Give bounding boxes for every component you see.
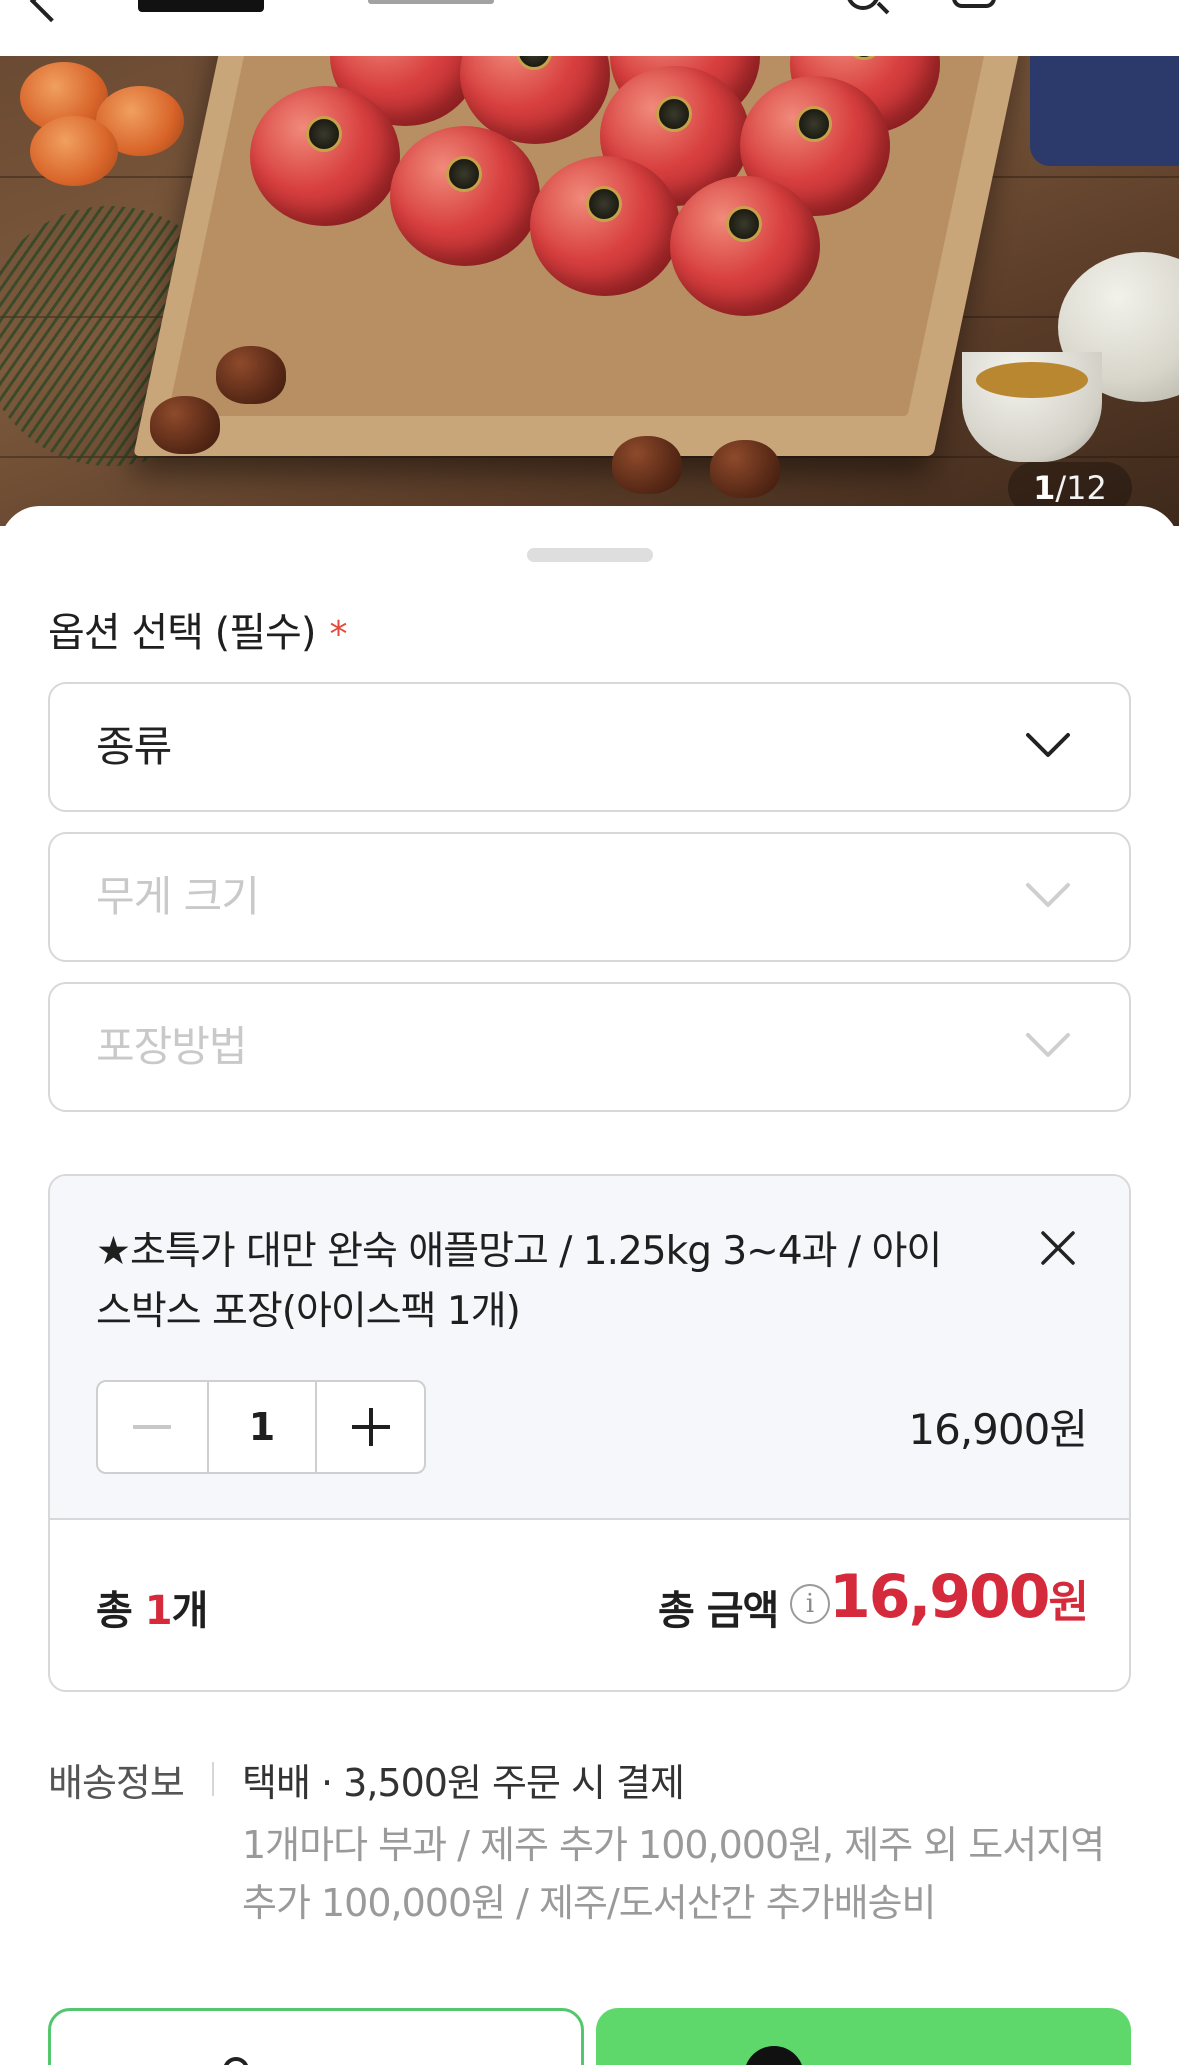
chestnut-image	[216, 346, 286, 404]
pay-icon	[744, 2046, 804, 2065]
shipping-label: 배송정보	[48, 1761, 185, 1805]
product-detail-page: 1/12 옵션 선택 (필수) * 종류 무게 크기 포장방법 ★초특가 대만 완…	[0, 0, 1179, 2065]
decrease-button[interactable]	[98, 1382, 207, 1472]
total-amount-currency: 원	[1048, 1577, 1090, 1628]
mango-image	[250, 86, 400, 226]
total-count-prefix: 총	[96, 1588, 145, 1634]
bojagi-cloth-image	[1030, 56, 1179, 166]
minus-icon	[133, 1425, 172, 1429]
selected-option-card: ★초특가 대만 완숙 애플망고 / 1.25kg 3~4과 / 아이스박스 포장…	[48, 1174, 1131, 1692]
total-amount: 16,900원	[828, 1562, 1090, 1632]
option-bottom-sheet: 옵션 선택 (필수) * 종류 무게 크기 포장방법 ★초특가 대만 완숙 애플망…	[0, 506, 1179, 2065]
cart-icon[interactable]	[952, 0, 996, 8]
chestnut-image	[612, 436, 682, 494]
chestnut-image	[150, 396, 220, 454]
option-title-text: 옵션 선택 (필수)	[48, 610, 316, 656]
close-icon[interactable]	[1038, 1228, 1078, 1268]
search-icon[interactable]	[846, 0, 880, 10]
total-count-value: 1	[144, 1588, 173, 1634]
option-select-packaging[interactable]: 포장방법	[48, 982, 1131, 1112]
image-counter-current: 1	[1033, 469, 1056, 507]
teacup-image	[962, 352, 1102, 462]
total-count: 총 1개	[96, 1578, 209, 1636]
brand-wordmark	[368, 0, 494, 4]
total-amount-value: 16,900	[828, 1562, 1051, 1632]
persimmon-image	[30, 116, 118, 186]
quantity-stepper: 1	[96, 1380, 426, 1474]
image-counter-total: 12	[1066, 469, 1107, 507]
sheet-grabber[interactable]	[527, 548, 653, 562]
option-select-weight[interactable]: 무게 크기	[48, 832, 1131, 962]
top-header	[0, 0, 1179, 56]
back-arrow-icon[interactable]	[29, 0, 73, 23]
buy-now-button[interactable]	[596, 2008, 1131, 2065]
gift-button[interactable]	[48, 2008, 584, 2065]
required-mark: *	[329, 614, 347, 655]
image-counter-separator: /	[1055, 469, 1067, 507]
mango-image	[670, 176, 820, 316]
plus-icon	[351, 1408, 390, 1446]
total-count-suffix: 개	[171, 1588, 209, 1634]
chestnut-image	[710, 440, 780, 498]
option-select-label: 포장방법	[96, 1022, 248, 1071]
gift-icon	[223, 2057, 249, 2065]
mango-image	[530, 156, 680, 296]
quantity-value: 1	[248, 1405, 276, 1449]
info-icon[interactable]: i	[790, 1584, 830, 1624]
chevron-down-icon	[1025, 1030, 1071, 1060]
mango-image	[390, 126, 540, 266]
shipping-divider	[212, 1762, 214, 1796]
product-image-carousel[interactable]	[0, 56, 1179, 526]
option-select-label: 무게 크기	[96, 872, 260, 921]
total-amount-label: 총 금액	[658, 1588, 779, 1634]
quantity-value-cell[interactable]: 1	[206, 1382, 316, 1472]
option-select-label: 종류	[96, 722, 172, 771]
increase-button[interactable]	[315, 1382, 424, 1472]
shipping-main-info: 택배 · 3,500원 주문 시 결제	[242, 1761, 685, 1805]
shipping-extra-info: 1개마다 부과 / 제주 추가 100,000원, 제주 외 도서지역 추가 1…	[242, 1823, 1105, 1925]
brand-logo[interactable]	[138, 0, 264, 12]
chevron-down-icon	[1025, 730, 1071, 760]
chevron-down-icon	[1025, 880, 1071, 910]
option-section-title: 옵션 선택 (필수) *	[48, 600, 347, 658]
item-price: 16,900원	[908, 1405, 1088, 1454]
selected-item-name: ★초특가 대만 완숙 애플망고 / 1.25kg 3~4과 / 아이스박스 포장…	[96, 1229, 942, 1334]
total-summary: 총 1개 총 금액 i 16,900원	[50, 1522, 1129, 1690]
option-select-type[interactable]: 종류	[48, 682, 1131, 812]
selected-item-row: ★초특가 대만 완숙 애플망고 / 1.25kg 3~4과 / 아이스박스 포장…	[50, 1176, 1129, 1520]
